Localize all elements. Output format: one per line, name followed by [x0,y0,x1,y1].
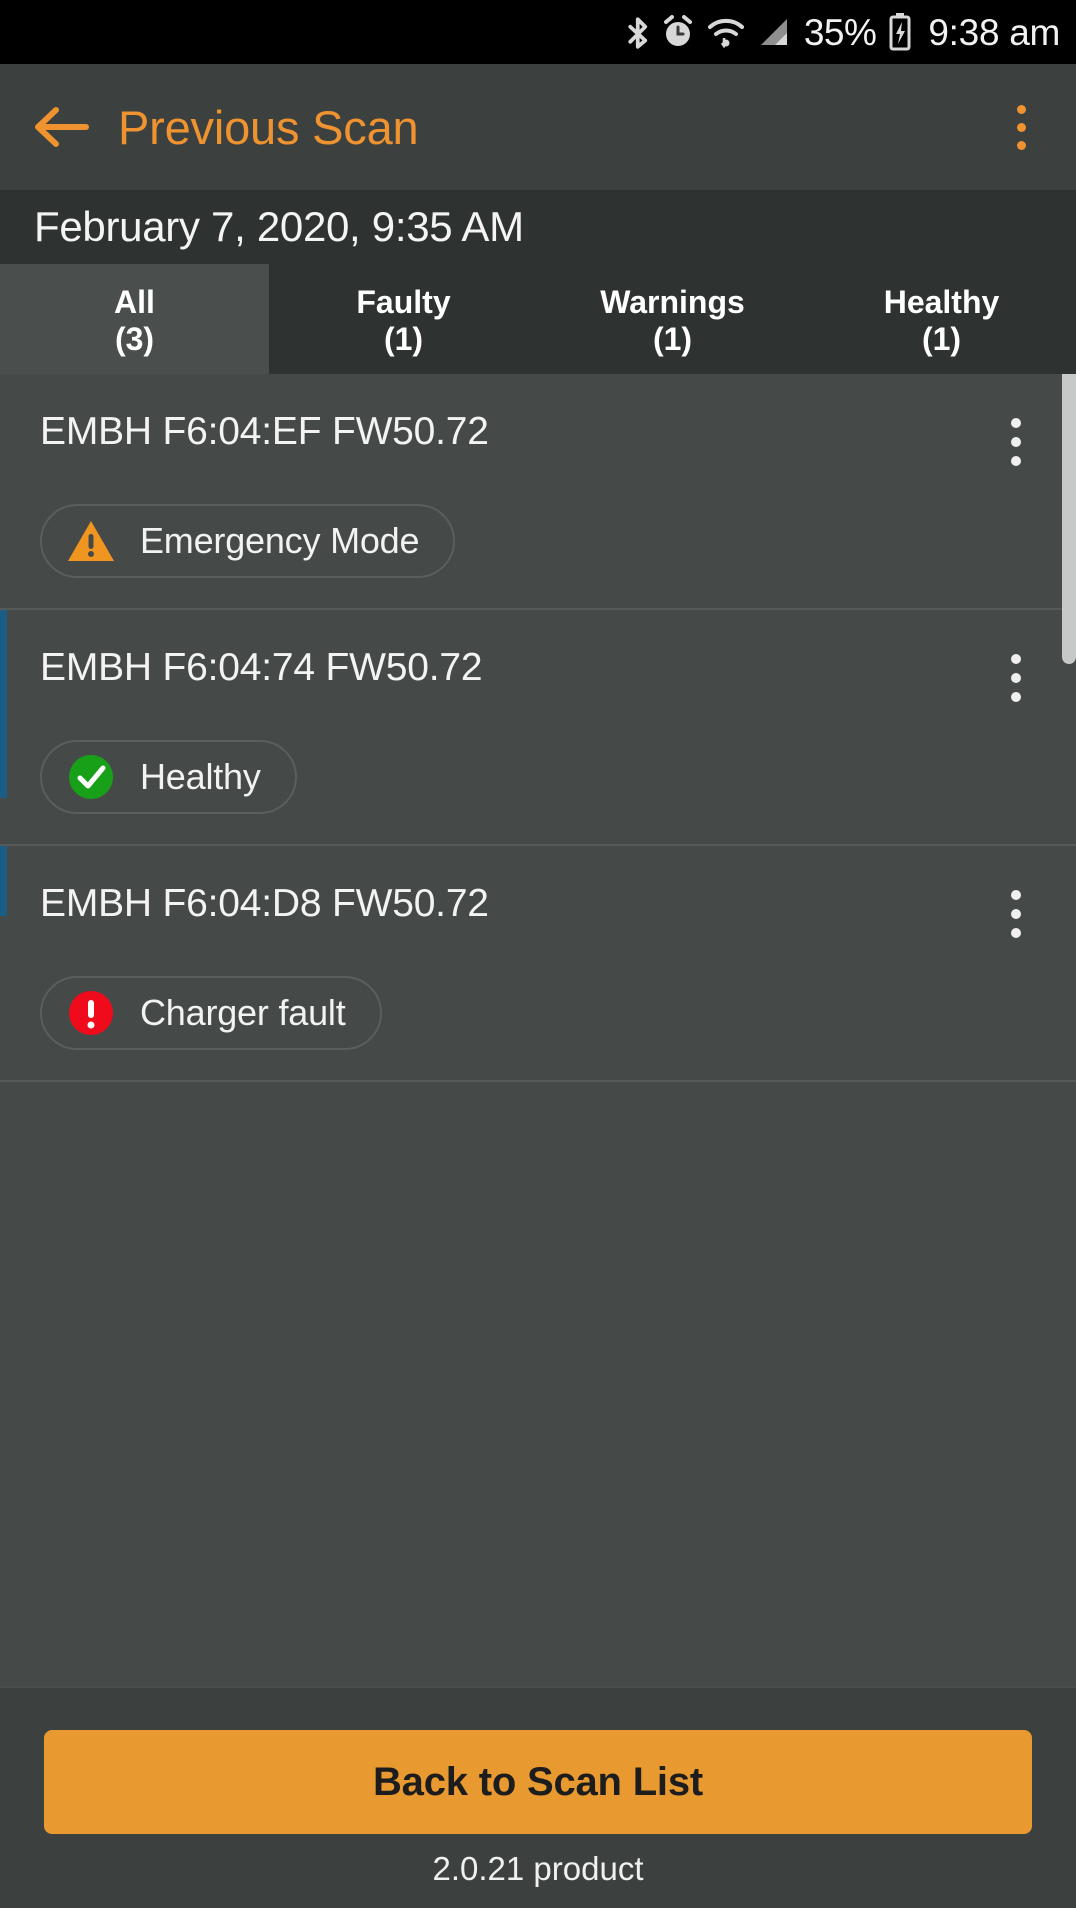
app-version-label: 2.0.21 product [432,1850,644,1887]
battery-charging-icon [887,12,913,52]
wifi-icon [706,14,746,50]
tab-healthy[interactable]: Healthy (1) [807,264,1076,374]
row-selection-stripe [0,610,7,798]
overflow-dot [1016,140,1026,150]
error-circle-icon [66,988,116,1038]
row-overflow-menu-icon[interactable] [990,410,1042,474]
alarm-icon [661,14,695,50]
tab-count: (1) [383,321,424,357]
tab-faulty[interactable]: Faulty (1) [269,264,538,374]
overflow-dot [1011,692,1021,702]
status-label: Healthy [140,756,261,797]
overflow-dot [1011,928,1021,938]
tab-count: (1) [652,321,693,357]
overflow-dot [1011,456,1021,466]
tab-label: Healthy [883,284,1000,321]
tab-label: All [114,284,155,321]
warning-triangle-icon [66,516,116,566]
status-badge[interactable]: Healthy [40,740,297,814]
table-row[interactable]: EMBH F6:04:D8 FW50.72 Charger fault [0,846,1076,1082]
scan-timestamp-band: February 7, 2020, 9:35 AM [0,190,1076,264]
back-arrow-icon[interactable] [32,98,90,156]
row-selection-stripe [0,846,7,916]
overflow-dot [1011,673,1021,683]
page-title: Previous Scan [118,100,419,154]
status-bar: 35% 9:38 am [0,0,1076,64]
overflow-menu-icon[interactable] [994,92,1048,162]
app-screen: 35% 9:38 am Previous Scan February 7, 20… [0,0,1076,1908]
back-to-scan-list-button[interactable]: Back to Scan List [44,1730,1032,1834]
app-bar: Previous Scan [0,64,1076,190]
overflow-dot [1011,418,1021,428]
tab-label: Warnings [600,284,745,321]
status-badge[interactable]: Charger fault [40,976,382,1050]
table-row[interactable]: EMBH F6:04:EF FW50.72 Emergency Mode [0,374,1076,610]
overflow-dot [1016,122,1026,132]
bluetooth-icon [624,13,650,51]
row-overflow-menu-icon[interactable] [990,882,1042,946]
device-list[interactable]: EMBH F6:04:EF FW50.72 Emergency Mode EMB… [0,374,1076,1686]
device-name: EMBH F6:04:EF FW50.72 [40,410,489,453]
overflow-dot [1016,104,1026,114]
status-label: Emergency Mode [140,520,420,561]
overflow-dot [1011,909,1021,919]
tab-all[interactable]: All (3) [0,264,269,374]
tab-count: (3) [114,321,155,357]
battery-percent-label: 35% [803,11,877,53]
tab-count: (1) [921,321,962,357]
tab-label: Faulty [356,284,451,321]
status-bar-clock: 9:38 am [928,11,1060,53]
device-name: EMBH F6:04:74 FW50.72 [40,646,483,689]
status-label: Charger fault [140,992,346,1033]
row-overflow-menu-icon[interactable] [990,646,1042,710]
table-row[interactable]: EMBH F6:04:74 FW50.72 Healthy [0,610,1076,846]
scan-timestamp-label: February 7, 2020, 9:35 AM [34,203,524,250]
overflow-dot [1011,654,1021,664]
check-circle-icon [66,752,116,802]
bottom-action-bar: Back to Scan List 2.0.21 product [0,1686,1076,1908]
overflow-dot [1011,437,1021,447]
status-badge[interactable]: Emergency Mode [40,504,456,578]
filter-tab-bar: All (3) Faulty (1) Warnings (1) Healthy … [0,264,1076,374]
cellular-signal-icon [757,15,791,49]
device-name: EMBH F6:04:D8 FW50.72 [40,882,489,925]
tab-warnings[interactable]: Warnings (1) [538,264,807,374]
overflow-dot [1011,890,1021,900]
